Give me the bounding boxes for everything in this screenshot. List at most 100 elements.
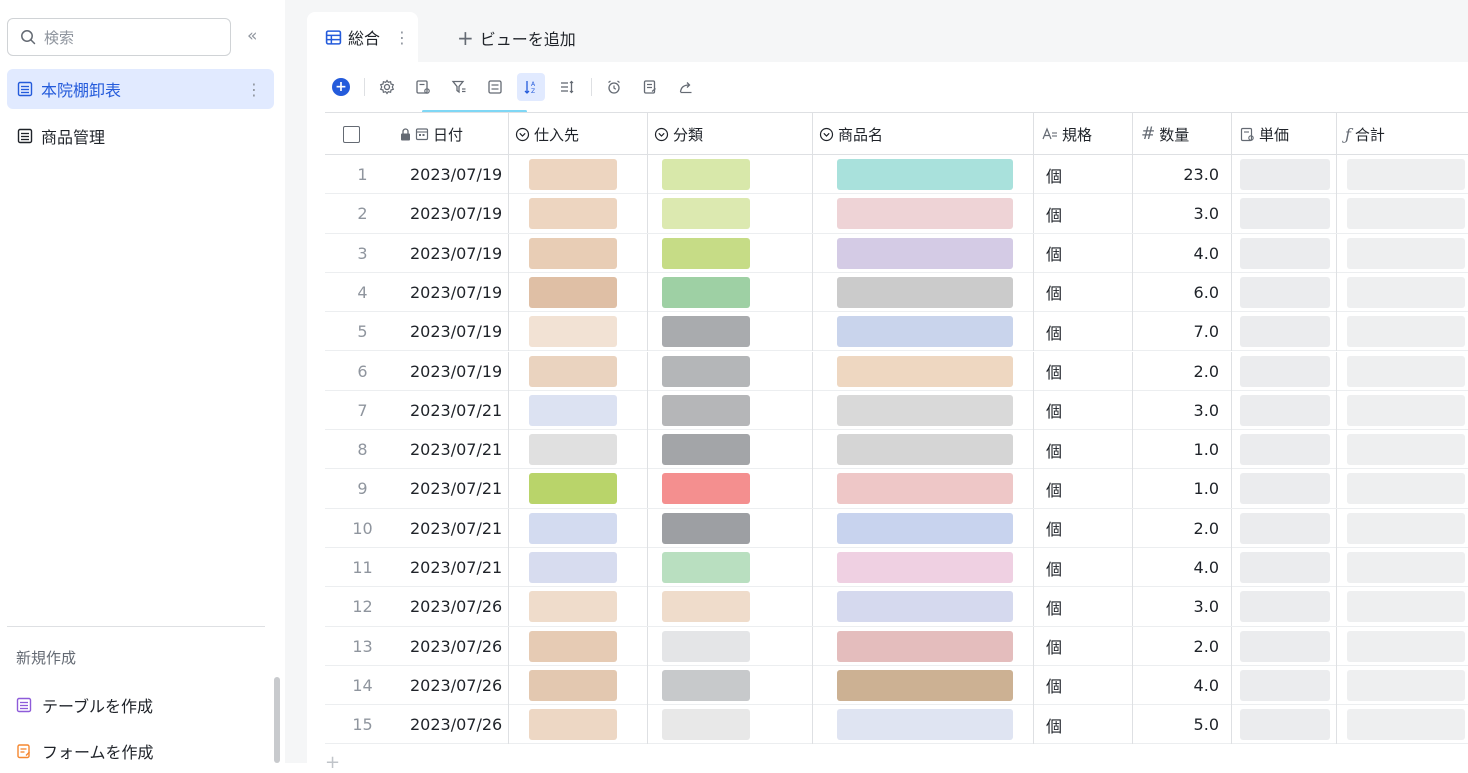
quantity-cell[interactable]: 4.0 xyxy=(1133,548,1232,587)
date-cell[interactable]: 2023/07/19 xyxy=(400,233,509,273)
supplier-cell-redacted[interactable] xyxy=(509,548,648,587)
total-cell-redacted[interactable] xyxy=(1337,391,1468,430)
supplier-cell-redacted[interactable] xyxy=(509,626,648,666)
filter-icon[interactable] xyxy=(445,73,473,101)
spec-cell[interactable]: 個 xyxy=(1034,548,1133,587)
tab-overview[interactable]: 総合 ⋮ xyxy=(307,12,418,62)
spec-cell[interactable]: 個 xyxy=(1034,469,1133,509)
date-cell[interactable]: 2023/07/19 xyxy=(400,312,509,352)
form-view-icon[interactable] xyxy=(636,73,664,101)
table-row[interactable]: 12 2023/07/26 個 3.0 xyxy=(325,587,1468,627)
supplier-cell-redacted[interactable] xyxy=(509,430,648,470)
total-cell-redacted[interactable] xyxy=(1337,705,1468,744)
spec-cell[interactable]: 個 xyxy=(1034,312,1133,352)
table-row[interactable]: 7 2023/07/21 個 3.0 xyxy=(325,390,1468,431)
product-name-cell-redacted[interactable] xyxy=(813,233,1034,273)
product-name-cell-redacted[interactable] xyxy=(813,155,1034,194)
date-cell[interactable]: 2023/07/19 xyxy=(400,351,509,391)
unit-price-cell-redacted[interactable] xyxy=(1232,469,1337,509)
quantity-cell[interactable]: 23.0 xyxy=(1133,155,1232,194)
product-name-cell-redacted[interactable] xyxy=(813,351,1034,391)
table-row[interactable]: 3 2023/07/19 個 4.0 xyxy=(325,233,1468,273)
category-cell-redacted[interactable] xyxy=(648,508,813,548)
unit-price-cell-redacted[interactable] xyxy=(1232,312,1337,352)
total-cell-redacted[interactable] xyxy=(1337,587,1468,626)
column-header-date[interactable]: 日付 xyxy=(400,113,509,155)
table-row[interactable]: 5 2023/07/19 個 7.0 xyxy=(325,312,1468,352)
date-cell[interactable]: 2023/07/26 xyxy=(400,587,509,627)
spec-cell[interactable]: 個 xyxy=(1034,705,1133,745)
product-name-cell-redacted[interactable] xyxy=(813,430,1034,470)
more-options-icon[interactable]: ⋮ xyxy=(246,80,262,99)
unit-price-cell-redacted[interactable] xyxy=(1232,430,1337,470)
quantity-cell[interactable]: 3.0 xyxy=(1133,390,1232,430)
date-cell[interactable]: 2023/07/19 xyxy=(400,194,509,234)
search-input[interactable]: 検索 xyxy=(7,18,231,56)
table-row[interactable]: 6 2023/07/19 個 2.0 xyxy=(325,351,1468,391)
total-cell-redacted[interactable] xyxy=(1337,352,1468,391)
supplier-cell-redacted[interactable] xyxy=(509,312,648,352)
group-icon[interactable] xyxy=(481,73,509,101)
spec-cell[interactable]: 個 xyxy=(1034,626,1133,666)
product-name-cell-redacted[interactable] xyxy=(813,390,1034,430)
category-cell-redacted[interactable] xyxy=(648,155,813,194)
supplier-cell-redacted[interactable] xyxy=(509,705,648,745)
quantity-cell[interactable]: 2.0 xyxy=(1133,626,1232,666)
spec-cell[interactable]: 個 xyxy=(1034,194,1133,234)
total-cell-redacted[interactable] xyxy=(1337,469,1468,508)
total-cell-redacted[interactable] xyxy=(1337,194,1468,233)
total-cell-redacted[interactable] xyxy=(1337,312,1468,351)
spec-cell[interactable]: 個 xyxy=(1034,587,1133,627)
table-row[interactable]: 14 2023/07/26 個 4.0 xyxy=(325,665,1468,706)
supplier-cell-redacted[interactable] xyxy=(509,587,648,627)
category-cell-redacted[interactable] xyxy=(648,351,813,391)
supplier-cell-redacted[interactable] xyxy=(509,665,648,705)
table-row[interactable]: 11 2023/07/21 個 4.0 xyxy=(325,548,1468,588)
sidebar-scrollbar[interactable] xyxy=(274,677,280,763)
date-cell[interactable]: 2023/07/26 xyxy=(400,626,509,666)
category-cell-redacted[interactable] xyxy=(648,587,813,627)
sidebar-item-products[interactable]: 商品管理 xyxy=(7,116,274,156)
category-cell-redacted[interactable] xyxy=(648,430,813,470)
quantity-cell[interactable]: 2.0 xyxy=(1133,351,1232,391)
supplier-cell-redacted[interactable] xyxy=(509,390,648,430)
unit-price-cell-redacted[interactable] xyxy=(1232,587,1337,627)
unit-price-cell-redacted[interactable] xyxy=(1232,390,1337,430)
unit-price-cell-redacted[interactable] xyxy=(1232,626,1337,666)
category-cell-redacted[interactable] xyxy=(648,194,813,234)
supplier-cell-redacted[interactable] xyxy=(509,508,648,548)
column-header-supplier[interactable]: 仕入先 xyxy=(509,113,648,155)
table-row[interactable]: 8 2023/07/21 個 1.0 xyxy=(325,430,1468,470)
quantity-cell[interactable]: 4.0 xyxy=(1133,665,1232,705)
spec-cell[interactable]: 個 xyxy=(1034,390,1133,430)
date-cell[interactable]: 2023/07/19 xyxy=(400,272,509,312)
unit-price-cell-redacted[interactable] xyxy=(1232,508,1337,548)
category-cell-redacted[interactable] xyxy=(648,390,813,430)
category-cell-redacted[interactable] xyxy=(648,665,813,705)
unit-price-cell-redacted[interactable] xyxy=(1232,351,1337,391)
collapse-sidebar-icon[interactable]: « xyxy=(247,26,257,46)
table-row[interactable]: 2 2023/07/19 個 3.0 xyxy=(325,194,1468,234)
create-table-button[interactable]: テーブルを作成 xyxy=(16,693,153,717)
category-cell-redacted[interactable] xyxy=(648,272,813,312)
select-all-checkbox[interactable] xyxy=(325,113,400,155)
quantity-cell[interactable]: 2.0 xyxy=(1133,508,1232,548)
supplier-cell-redacted[interactable] xyxy=(509,469,648,509)
unit-price-cell-redacted[interactable] xyxy=(1232,548,1337,587)
category-cell-redacted[interactable] xyxy=(648,233,813,273)
total-cell-redacted[interactable] xyxy=(1337,430,1468,469)
table-row[interactable]: 15 2023/07/26 個 5.0 xyxy=(325,705,1468,745)
product-name-cell-redacted[interactable] xyxy=(813,665,1034,705)
category-cell-redacted[interactable] xyxy=(648,705,813,745)
spec-cell[interactable]: 個 xyxy=(1034,508,1133,548)
date-cell[interactable]: 2023/07/21 xyxy=(400,469,509,509)
unit-price-cell-redacted[interactable] xyxy=(1232,272,1337,312)
date-cell[interactable]: 2023/07/26 xyxy=(400,665,509,705)
spec-cell[interactable]: 個 xyxy=(1034,272,1133,312)
category-cell-redacted[interactable] xyxy=(648,548,813,587)
column-header-unit-price[interactable]: 単価 xyxy=(1232,113,1337,155)
total-cell-redacted[interactable] xyxy=(1337,548,1468,587)
create-form-button[interactable]: フォームを作成 xyxy=(16,739,154,763)
date-cell[interactable]: 2023/07/26 xyxy=(400,705,509,745)
total-cell-redacted[interactable] xyxy=(1337,273,1468,312)
